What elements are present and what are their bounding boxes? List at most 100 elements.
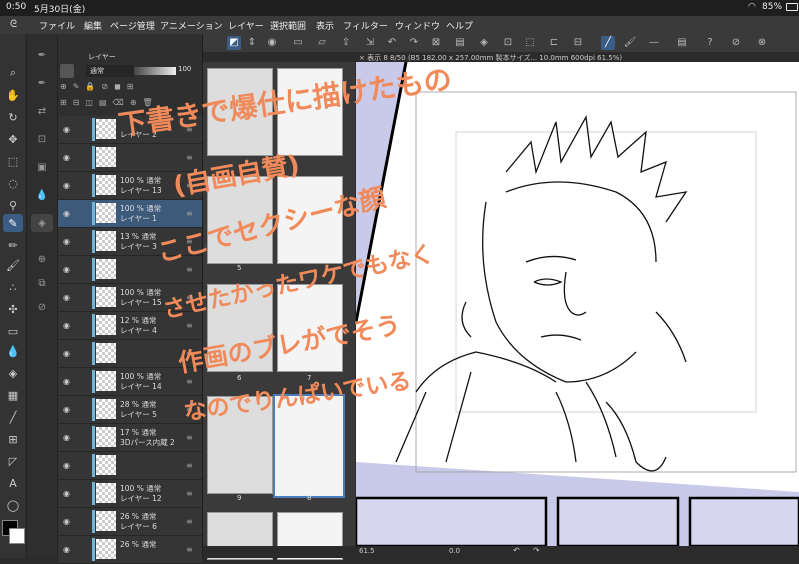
figure-icon[interactable]: ╱ xyxy=(3,408,23,426)
transform-icon[interactable]: ⊡ xyxy=(501,36,515,50)
eye-icon[interactable]: ◉ xyxy=(63,517,70,526)
hand-icon[interactable]: ✋ xyxy=(3,86,23,104)
layer-row[interactable]: ◉ ≡ xyxy=(58,452,202,480)
blend-mode-select[interactable]: 通常 xyxy=(86,65,134,77)
layer-menu-icon[interactable]: ≡ xyxy=(186,517,193,526)
menu-filter[interactable]: フィルター xyxy=(343,19,388,32)
balloon-icon[interactable]: ◯ xyxy=(3,496,23,514)
eye-icon[interactable]: ◉ xyxy=(63,125,70,134)
eyedropper-icon[interactable]: ⚲ xyxy=(3,196,23,214)
brush-icon[interactable]: 🖌 xyxy=(3,256,23,274)
eye-icon[interactable]: ◉ xyxy=(63,349,70,358)
redo-icon[interactable]: ↷ xyxy=(407,36,421,50)
layer-menu-icon[interactable]: ≡ xyxy=(186,153,193,162)
layer-row[interactable]: ◉ ≡ xyxy=(58,256,202,284)
page-thumb[interactable] xyxy=(207,68,273,156)
lasso-icon[interactable]: ◌ xyxy=(3,174,23,192)
subtool-8-icon[interactable]: ⊕ xyxy=(31,250,53,268)
layer-options-icons[interactable]: ⊕✎🔒⊘◼⊞ xyxy=(60,82,200,96)
ruler-icon[interactable]: ◸ xyxy=(3,452,23,470)
select-tool-icon[interactable]: ◩ xyxy=(227,36,241,50)
eye-icon[interactable]: ◉ xyxy=(63,153,70,162)
page-thumb[interactable] xyxy=(207,396,273,494)
subtool-9-icon[interactable]: ⧉ xyxy=(31,274,53,292)
layer-panel-icon[interactable]: ◈ xyxy=(31,214,53,232)
lock-icon[interactable]: ⊗ xyxy=(755,36,769,50)
menu-animation[interactable]: アニメーション xyxy=(160,19,223,32)
page-thumb[interactable] xyxy=(207,284,273,372)
eraser-icon[interactable]: ▭ xyxy=(3,322,23,340)
fill-selection-icon[interactable]: ▤ xyxy=(453,36,467,50)
fill-icon[interactable]: ◈ xyxy=(3,364,23,382)
eye-icon[interactable]: ◉ xyxy=(63,321,70,330)
open-file-icon[interactable]: ▱ xyxy=(315,36,329,50)
line-icon[interactable]: — xyxy=(647,36,661,50)
gradient-icon[interactable]: ▦ xyxy=(3,386,23,404)
opacity-slider[interactable] xyxy=(134,67,176,75)
eye-icon[interactable]: ◉ xyxy=(63,265,70,274)
layer-row[interactable]: ◉ 12 % 通常 レイヤー 4 ≡ xyxy=(58,312,202,340)
layer-menu-icon[interactable]: ≡ xyxy=(186,377,193,386)
page-thumb[interactable] xyxy=(207,176,273,264)
chevron-icon[interactable]: ⇕ xyxy=(245,36,259,50)
sub-color-swatch[interactable] xyxy=(9,528,25,544)
text-icon[interactable]: A xyxy=(3,474,23,492)
invert-icon[interactable]: ⊟ xyxy=(571,36,585,50)
crop-icon[interactable]: ⊏ xyxy=(547,36,561,50)
frame-icon[interactable]: ⊞ xyxy=(3,430,23,448)
eye-icon[interactable]: ◉ xyxy=(63,433,70,442)
layer-row[interactable]: ◉ 100 % 通常 レイヤー 1 ≡ xyxy=(58,200,202,228)
page-thumb[interactable] xyxy=(277,284,343,372)
rotate-icon[interactable]: ↻ xyxy=(3,108,23,126)
layer-menu-icon[interactable]: ≡ xyxy=(186,237,193,246)
eye-icon[interactable]: ◉ xyxy=(63,405,70,414)
layer-menu-icon[interactable]: ≡ xyxy=(186,461,193,470)
page-thumb[interactable] xyxy=(277,68,343,156)
new-file-icon[interactable]: ▭ xyxy=(291,36,305,50)
subtool-5-icon[interactable]: ▣ xyxy=(31,158,53,176)
layer-row[interactable]: ◉ 13 % 通常 レイヤー 3 ≡ xyxy=(58,228,202,256)
eye-icon[interactable]: ◉ xyxy=(63,237,70,246)
menu-layer[interactable]: レイヤー xyxy=(228,19,264,32)
subtool-4-icon[interactable]: ⊡ xyxy=(31,130,53,148)
app-logo-icon[interactable]: ᘓ xyxy=(10,19,17,30)
menu-edit[interactable]: 編集 xyxy=(84,19,102,32)
blend-icon[interactable]: 💧 xyxy=(3,342,23,360)
export-icon[interactable]: ⇲ xyxy=(363,36,377,50)
layer-menu-icon[interactable]: ≡ xyxy=(186,209,193,218)
eye-icon[interactable]: ◉ xyxy=(63,545,70,554)
layer-row[interactable]: ◉ 100 % 通常 レイヤー 13 ≡ xyxy=(58,172,202,200)
layer-row[interactable]: ◉ 100 % 通常 レイヤー 14 ≡ xyxy=(58,368,202,396)
undo-icon[interactable]: ↶ xyxy=(385,36,399,50)
menu-file[interactable]: ファイル xyxy=(39,19,75,32)
layer-action-icons[interactable]: ⊞⊟◫▤⌫⊕🗑 xyxy=(60,98,200,112)
canvas[interactable] xyxy=(356,62,799,546)
page-thumb[interactable] xyxy=(277,176,343,264)
layer-row[interactable]: ◉ 26 % 通常 ≡ xyxy=(58,536,202,564)
layer-menu-icon[interactable]: ≡ xyxy=(186,181,193,190)
page-thumb-selected[interactable] xyxy=(273,394,345,498)
layer-row[interactable]: ◉ 28 % 通常 レイヤー 5 ≡ xyxy=(58,396,202,424)
layer-row[interactable]: ◉ 26 % 通常 レイヤー 6 ≡ xyxy=(58,508,202,536)
menu-view[interactable]: 表示 xyxy=(316,19,334,32)
eye-icon[interactable]: ◉ xyxy=(63,461,70,470)
help-icon[interactable]: ? xyxy=(703,36,717,50)
eye-icon[interactable]: ◉ xyxy=(63,377,70,386)
deselect-icon[interactable]: ⬚ xyxy=(523,36,537,50)
move-icon[interactable]: ✥ xyxy=(3,130,23,148)
clear-icon[interactable]: ⊠ xyxy=(429,36,443,50)
menu-page[interactable]: ページ管理 xyxy=(110,19,155,32)
pencil-icon[interactable]: ✏ xyxy=(3,236,23,254)
layer-row[interactable]: ◉ ≡ xyxy=(58,340,202,368)
layer-menu-icon[interactable]: ≡ xyxy=(186,545,193,554)
layer-menu-icon[interactable]: ≡ xyxy=(186,349,193,358)
layer-menu-icon[interactable]: ≡ xyxy=(186,489,193,498)
subtool-2-icon[interactable]: ✒ xyxy=(31,74,53,92)
eye-icon[interactable]: ◉ xyxy=(63,181,70,190)
layer-menu-icon[interactable]: ≡ xyxy=(186,321,193,330)
layer-color-icon[interactable] xyxy=(60,64,74,78)
zoom-icon[interactable]: ⌕ xyxy=(3,64,23,82)
brush-setting-icon[interactable]: 🖌 xyxy=(623,36,637,50)
camera-icon[interactable]: ◉ xyxy=(265,36,279,50)
airbrush-icon[interactable]: ∴ xyxy=(3,278,23,296)
